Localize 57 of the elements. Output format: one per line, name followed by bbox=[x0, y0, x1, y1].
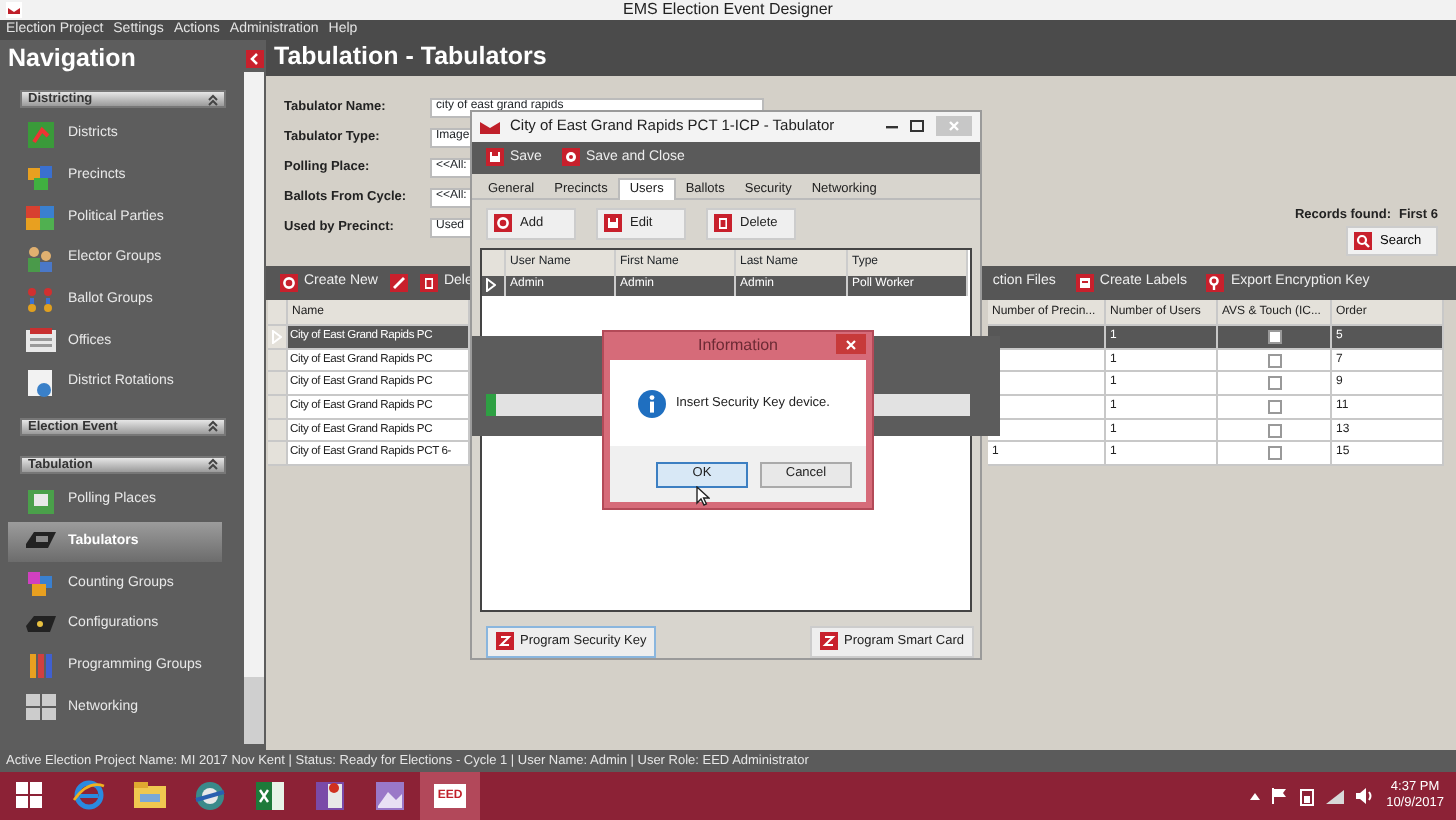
checkbox[interactable] bbox=[1267, 446, 1281, 461]
network-icon bbox=[24, 690, 58, 725]
chevron-icon[interactable] bbox=[245, 50, 263, 68]
chevron-icon bbox=[208, 93, 218, 105]
z-icon bbox=[496, 632, 514, 651]
info-icon bbox=[638, 389, 666, 417]
trash-icon bbox=[419, 274, 438, 292]
notebook-icon[interactable] bbox=[310, 776, 350, 816]
floppy-icon bbox=[486, 148, 504, 167]
app-icon bbox=[6, 2, 22, 18]
close-icon bbox=[846, 339, 856, 349]
documents-icon bbox=[24, 365, 58, 400]
image-icon[interactable] bbox=[370, 776, 410, 816]
row-pointer-icon bbox=[272, 329, 282, 344]
floppy-icon bbox=[604, 214, 622, 233]
label-icon bbox=[1075, 274, 1094, 292]
map-icon bbox=[24, 117, 58, 152]
chevron-icon bbox=[208, 420, 218, 433]
pencil-icon bbox=[389, 274, 408, 292]
checkbox[interactable] bbox=[1267, 376, 1281, 391]
dialog-title: Information bbox=[697, 336, 779, 356]
caret-icon[interactable] bbox=[1250, 792, 1261, 800]
close-button[interactable] bbox=[836, 334, 866, 354]
checkbox[interactable] bbox=[1267, 423, 1281, 438]
grid-corner bbox=[482, 249, 506, 276]
checkbox[interactable] bbox=[1267, 329, 1281, 344]
globe-icon[interactable] bbox=[190, 776, 230, 816]
search-icon bbox=[1354, 232, 1372, 250]
checkbox[interactable] bbox=[1267, 353, 1281, 368]
chevron-icon bbox=[208, 458, 218, 471]
key-icon bbox=[1206, 274, 1225, 292]
row-pointer-icon bbox=[486, 278, 496, 293]
people-icon bbox=[24, 241, 58, 276]
disc-icon bbox=[561, 148, 580, 167]
page-title: Tabulation - Tabulators bbox=[266, 40, 1456, 76]
tiles-icon bbox=[24, 566, 58, 601]
scrollbar[interactable] bbox=[244, 72, 264, 744]
z-icon bbox=[820, 632, 839, 651]
bars-icon bbox=[24, 648, 58, 683]
gear-icon bbox=[280, 274, 298, 292]
speaker-icon[interactable] bbox=[1356, 788, 1375, 804]
minimize-icon[interactable] bbox=[886, 120, 898, 133]
signal-icon[interactable] bbox=[1326, 789, 1345, 803]
window-title: EMS Election Event Designer bbox=[623, 0, 833, 20]
maximize-icon[interactable] bbox=[910, 120, 924, 133]
navigation-title: Navigation bbox=[6, 42, 138, 76]
tiles-icon bbox=[24, 200, 58, 235]
people-icon bbox=[24, 283, 58, 318]
trash-icon bbox=[714, 214, 732, 233]
spreadsheet-icon[interactable] bbox=[250, 776, 290, 816]
grid-corner bbox=[268, 300, 288, 326]
row-selector[interactable] bbox=[482, 275, 506, 296]
cursor-icon bbox=[696, 486, 710, 506]
checkbox[interactable] bbox=[1267, 399, 1281, 414]
battery-icon[interactable] bbox=[1300, 787, 1315, 805]
gear-icon bbox=[494, 214, 512, 233]
flag-icon[interactable] bbox=[1272, 788, 1289, 804]
